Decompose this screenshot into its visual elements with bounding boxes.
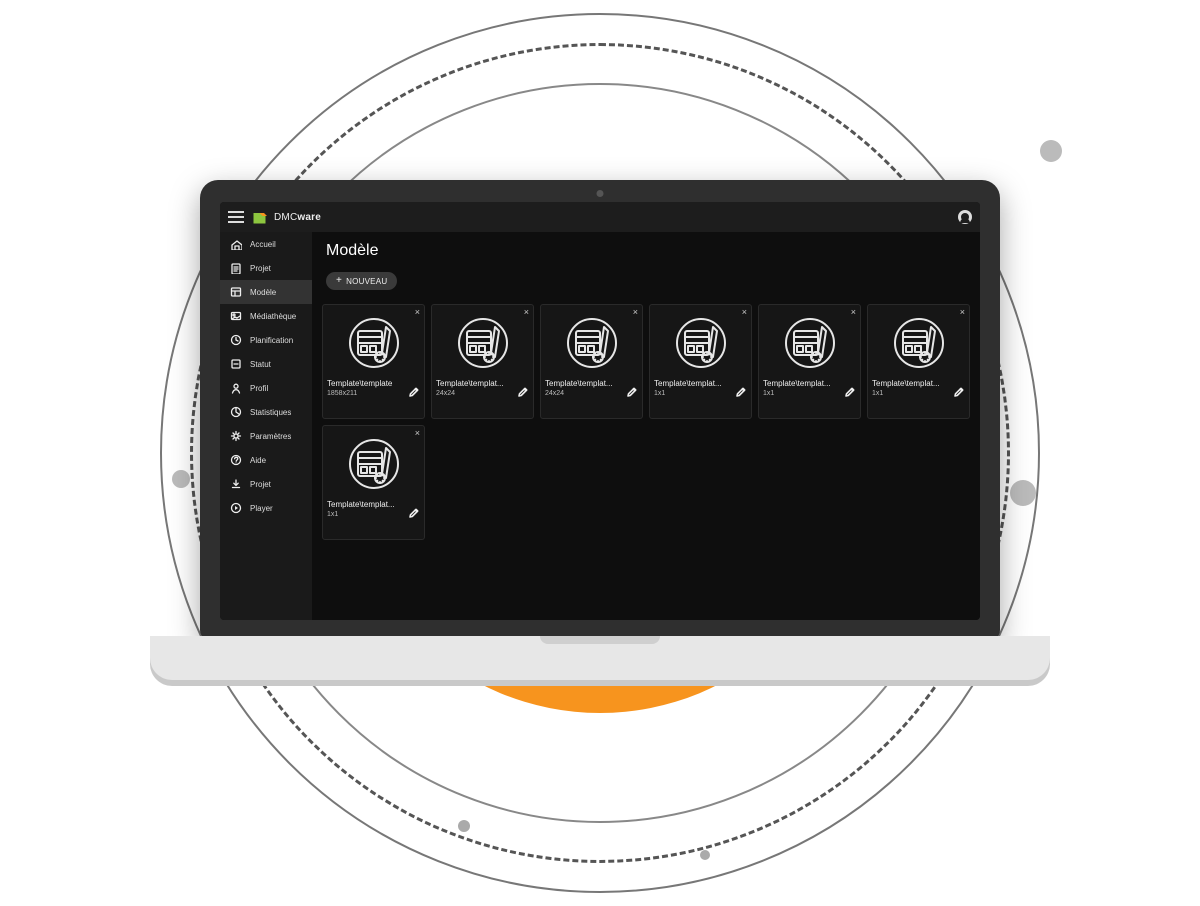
laptop-base — [150, 636, 1050, 680]
close-icon[interactable]: × — [524, 308, 529, 317]
new-button[interactable]: + NOUVEAU — [326, 272, 397, 290]
template-name: Template\templat... — [763, 379, 831, 388]
stats-icon — [230, 406, 242, 418]
logo-icon — [252, 210, 270, 224]
edit-icon[interactable] — [735, 385, 747, 397]
template-card[interactable]: × Template\templat... 1x1 — [758, 304, 861, 419]
close-icon[interactable]: × — [960, 308, 965, 317]
help-icon — [230, 454, 242, 466]
brand-name: DMCware — [274, 212, 321, 223]
main-content: Modèle + NOUVEAU × Template\template 1858x… — [312, 232, 980, 620]
sidebar-item-aide[interactable]: Aide — [220, 448, 312, 472]
sidebar-item-label: Profil — [250, 384, 268, 393]
template-dimensions: 1858x211 — [327, 390, 392, 397]
app-window: DMCware Accueil Projet Modèle Médiathèque Pl… — [220, 202, 980, 620]
sidebar-item-projet2[interactable]: Projet — [220, 472, 312, 496]
sidebar-item-label: Projet — [250, 480, 271, 489]
template-thumbnail — [327, 313, 420, 373]
template-dimensions: 1x1 — [654, 390, 722, 397]
edit-icon[interactable] — [844, 385, 856, 397]
sidebar-item-home[interactable]: Accueil — [220, 232, 312, 256]
sidebar-item-params[interactable]: Paramètres — [220, 424, 312, 448]
sidebar-item-label: Médiathèque — [250, 312, 296, 321]
clock-icon — [230, 334, 242, 346]
laptop-camera — [597, 190, 604, 197]
project-icon — [230, 262, 242, 274]
close-icon[interactable]: × — [742, 308, 747, 317]
page-title: Modèle — [312, 232, 980, 266]
close-icon[interactable]: × — [633, 308, 638, 317]
close-icon[interactable]: × — [415, 308, 420, 317]
download-icon — [230, 478, 242, 490]
sidebar-item-media[interactable]: Médiathèque — [220, 304, 312, 328]
template-dimensions: 1x1 — [327, 511, 395, 518]
topbar: DMCware — [220, 202, 980, 232]
menu-button[interactable] — [228, 211, 244, 223]
close-icon[interactable]: × — [851, 308, 856, 317]
template-dimensions: 24x24 — [436, 390, 504, 397]
template-grid: × Template\template 1858x211 × Template\temp… — [312, 300, 980, 550]
template-name: Template\templat... — [545, 379, 613, 388]
media-icon — [230, 310, 242, 322]
status-icon — [230, 358, 242, 370]
sidebar-item-player[interactable]: Player — [220, 496, 312, 520]
sidebar-item-projet[interactable]: Projet — [220, 256, 312, 280]
toolbar: + NOUVEAU — [312, 266, 980, 300]
sidebar-item-profil[interactable]: Profil — [220, 376, 312, 400]
sidebar-item-planif[interactable]: Planification — [220, 328, 312, 352]
template-dimensions: 24x24 — [545, 390, 613, 397]
home-icon — [230, 238, 242, 250]
gear-icon — [230, 430, 242, 442]
account-icon[interactable] — [958, 210, 972, 224]
template-card[interactable]: × Template\templat... 1x1 — [649, 304, 752, 419]
template-name: Template\templat... — [327, 500, 395, 509]
close-icon[interactable]: × — [415, 429, 420, 438]
edit-icon[interactable] — [408, 385, 420, 397]
template-card[interactable]: × Template\templat... 24x24 — [431, 304, 534, 419]
sidebar-item-label: Projet — [250, 264, 271, 273]
sidebar-item-statut[interactable]: Statut — [220, 352, 312, 376]
template-dimensions: 1x1 — [872, 390, 940, 397]
template-card[interactable]: × Template\templat... 1x1 — [322, 425, 425, 540]
template-name: Template\template — [327, 379, 392, 388]
template-name: Template\templat... — [654, 379, 722, 388]
edit-icon[interactable] — [408, 506, 420, 518]
sidebar-item-label: Planification — [250, 336, 293, 345]
sidebar-item-label: Accueil — [250, 240, 276, 249]
sidebar-item-modele[interactable]: Modèle — [220, 280, 312, 304]
sidebar-item-label: Aide — [250, 456, 266, 465]
template-thumbnail — [654, 313, 747, 373]
template-thumbnail — [872, 313, 965, 373]
template-thumbnail — [763, 313, 856, 373]
edit-icon[interactable] — [626, 385, 638, 397]
new-button-label: NOUVEAU — [346, 277, 387, 286]
template-thumbnail — [436, 313, 529, 373]
sidebar-item-label: Paramètres — [250, 432, 291, 441]
sidebar-item-label: Statistiques — [250, 408, 291, 417]
template-thumbnail — [327, 434, 420, 494]
template-card[interactable]: × Template\template 1858x211 — [322, 304, 425, 419]
sidebar-item-label: Player — [250, 504, 273, 513]
sidebar-item-label: Modèle — [250, 288, 276, 297]
template-dimensions: 1x1 — [763, 390, 831, 397]
play-icon — [230, 502, 242, 514]
sidebar-item-stats[interactable]: Statistiques — [220, 400, 312, 424]
template-card[interactable]: × Template\templat... 1x1 — [867, 304, 970, 419]
template-thumbnail — [545, 313, 638, 373]
template-card[interactable]: × Template\templat... 24x24 — [540, 304, 643, 419]
laptop-mockup: DMCware Accueil Projet Modèle Médiathèque Pl… — [150, 180, 1050, 700]
brand: DMCware — [252, 210, 321, 224]
template-name: Template\templat... — [872, 379, 940, 388]
edit-icon[interactable] — [953, 385, 965, 397]
sidebar: Accueil Projet Modèle Médiathèque Planificat… — [220, 232, 312, 620]
edit-icon[interactable] — [517, 385, 529, 397]
user-icon — [230, 382, 242, 394]
sidebar-item-label: Statut — [250, 360, 271, 369]
template-icon — [230, 286, 242, 298]
template-name: Template\templat... — [436, 379, 504, 388]
plus-icon: + — [336, 276, 342, 286]
